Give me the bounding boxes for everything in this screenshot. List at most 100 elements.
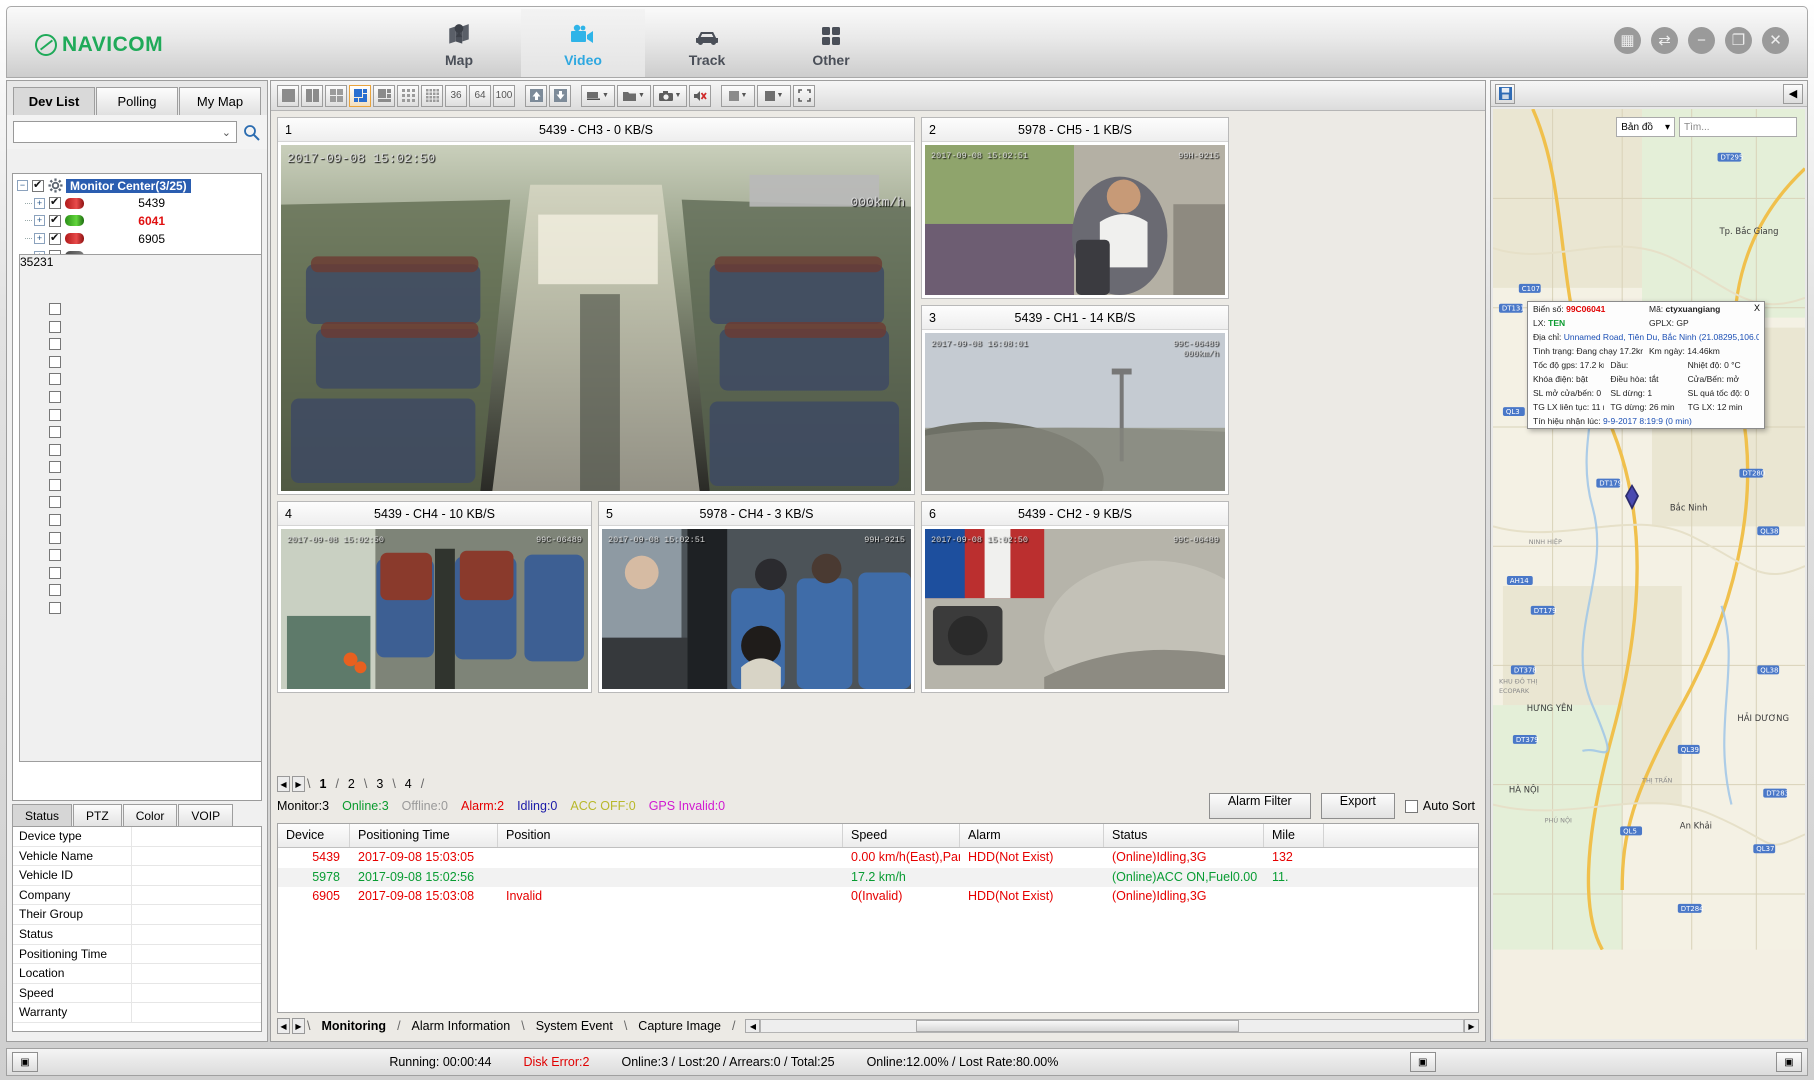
auto-sort-checkbox[interactable]: Auto Sort xyxy=(1405,799,1475,813)
page-up-icon[interactable] xyxy=(525,85,547,107)
scroll-right-arrow[interactable]: ▶ xyxy=(1464,1019,1479,1033)
close-icon[interactable]: ✕ xyxy=(1762,27,1789,54)
tree-root-monitor-center[interactable]: − Monitor Center(3/25) xyxy=(13,177,261,195)
video-cell-2[interactable]: 2 5978 - CH5 - 1 KB/S 2017-09-08 15: xyxy=(921,117,1229,299)
bottom-next-button[interactable]: ▶ xyxy=(292,1018,305,1034)
device-tree[interactable]: − Monitor Center(3/25) +5439+6041+6905+1… xyxy=(12,173,262,801)
page-next-button[interactable]: ▶ xyxy=(292,776,305,792)
device-checkbox[interactable] xyxy=(49,549,61,561)
tree-item-6041[interactable]: +6041 xyxy=(13,212,261,230)
tab-color[interactable]: Color xyxy=(123,804,178,826)
scroll-left-arrow[interactable]: ◀ xyxy=(745,1019,760,1033)
device-checkbox[interactable] xyxy=(49,233,61,245)
tab-voip[interactable]: VOIP xyxy=(178,804,233,826)
monitoring-table[interactable]: DevicePositioning TimePositionSpeedAlarm… xyxy=(277,823,1479,1013)
tree-item-6905[interactable]: +6905 xyxy=(13,230,261,248)
eight-split-icon[interactable] xyxy=(373,85,395,107)
bottom-prev-button[interactable]: ◀ xyxy=(277,1018,290,1034)
root-checkbox[interactable] xyxy=(32,180,44,192)
page-tab-4[interactable]: 4 xyxy=(398,777,419,791)
video-cell-6-stream[interactable]: 2017-09-08 15:02:50 99C-06489 xyxy=(925,529,1225,689)
four-split-icon[interactable] xyxy=(325,85,347,107)
nav-tab-map[interactable]: Map xyxy=(397,9,521,77)
device-checkbox[interactable] xyxy=(49,584,61,596)
auto-sort-box[interactable] xyxy=(1405,800,1418,813)
device-checkbox[interactable] xyxy=(49,444,61,456)
play-dropdown-icon[interactable]: ▼ xyxy=(721,85,755,107)
table-row[interactable]: 54392017-09-08 15:03:050.00 km/h(East),P… xyxy=(278,848,1478,868)
nav-tab-other[interactable]: Other xyxy=(769,9,893,77)
single-view-icon[interactable] xyxy=(277,85,299,107)
restore-icon[interactable]: ❐ xyxy=(1725,27,1752,54)
device-checkbox[interactable] xyxy=(49,426,61,438)
device-checkbox[interactable] xyxy=(49,479,61,491)
tab-my-map[interactable]: My Map xyxy=(179,87,261,115)
video-cell-3[interactable]: 3 5439 - CH1 - 14 KB/S 2017-09-08 16:08:… xyxy=(921,305,1229,495)
page-tab-3[interactable]: 3 xyxy=(369,777,390,791)
device-checkbox[interactable] xyxy=(49,409,61,421)
video-cell-5-stream[interactable]: 2017-09-08 15:02:51 99H-9215 xyxy=(602,529,911,689)
video-cell-1[interactable]: 1 5439 - CH3 - 0 KB/S xyxy=(277,117,915,495)
search-input[interactable]: ⌄ xyxy=(13,121,237,143)
table-row[interactable]: 69052017-09-08 15:03:08Invalid0(Invalid)… xyxy=(278,887,1478,907)
tab-alarm-information[interactable]: Alarm Information xyxy=(403,1019,520,1033)
grid-layout-icon[interactable]: ▦ xyxy=(1614,27,1641,54)
audio-mute-icon[interactable] xyxy=(689,85,711,107)
tree-collapse-icon[interactable]: − xyxy=(17,180,28,191)
statusbar-mid-toggle-icon[interactable]: ▣ xyxy=(1410,1052,1436,1072)
tree-expand-icon[interactable]: + xyxy=(34,215,45,226)
device-checkbox[interactable] xyxy=(49,215,61,227)
page-prev-button[interactable]: ◀ xyxy=(277,776,290,792)
folder-dropdown-icon[interactable]: ▼ xyxy=(617,85,651,107)
grid-36-icon[interactable]: 36 xyxy=(445,85,467,107)
column-header[interactable]: Positioning Time xyxy=(350,824,498,847)
grid-100-icon[interactable]: 100 xyxy=(493,85,515,107)
camera-snapshot-icon[interactable]: ▼ xyxy=(653,85,687,107)
nav-tab-video[interactable]: Video xyxy=(521,9,645,77)
device-checkbox[interactable] xyxy=(49,321,61,333)
statusbar-left-toggle-icon[interactable]: ▣ xyxy=(12,1052,38,1072)
page-tab-1[interactable]: 1 xyxy=(312,777,333,791)
video-cell-6[interactable]: 6 5439 - CH2 - 9 KB/S 2 xyxy=(921,501,1229,693)
table-horizontal-scrollbar[interactable]: ◀ ▶ xyxy=(745,1019,1479,1034)
scroll-thumb[interactable] xyxy=(916,1020,1239,1032)
page-down-icon[interactable] xyxy=(549,85,571,107)
device-checkbox[interactable] xyxy=(49,602,61,614)
column-header[interactable]: Mile xyxy=(1264,824,1324,847)
column-header[interactable]: Position xyxy=(498,824,843,847)
device-checkbox[interactable] xyxy=(49,197,61,209)
video-cell-4-stream[interactable]: 2017-09-08 15:02:50 99C-06489 xyxy=(281,529,588,689)
device-checkbox[interactable] xyxy=(49,567,61,579)
column-header[interactable]: Speed xyxy=(843,824,960,847)
tree-expand-icon[interactable]: + xyxy=(34,233,45,244)
video-cell-2-stream[interactable]: 2017-09-08 15:02:51 99H-9215 xyxy=(925,145,1225,295)
device-checkbox[interactable] xyxy=(49,514,61,526)
tab-polling[interactable]: Polling xyxy=(96,87,178,115)
popup-close-icon[interactable]: X xyxy=(1754,303,1760,313)
video-cell-1-stream[interactable]: 2017-09-08 15:02:50 000km/h xyxy=(281,145,911,491)
stream-dropdown-icon[interactable]: ▼ xyxy=(581,85,615,107)
swap-icon[interactable]: ⇄ xyxy=(1651,27,1678,54)
stop-dropdown-icon[interactable]: ▼ xyxy=(757,85,791,107)
device-checkbox[interactable] xyxy=(49,496,61,508)
alarm-filter-button[interactable]: Alarm Filter xyxy=(1209,793,1311,819)
six-split-icon[interactable] xyxy=(349,85,371,107)
grid-64-icon[interactable]: 64 xyxy=(469,85,491,107)
video-cell-5[interactable]: 5 5978 - CH4 - 3 KB/S 2017-09-08 15: xyxy=(598,501,915,693)
statusbar-right-toggle-icon[interactable]: ▣ xyxy=(1776,1052,1802,1072)
tree-item-5439[interactable]: +5439 xyxy=(13,195,261,213)
device-checkbox[interactable] xyxy=(49,338,61,350)
minimize-icon[interactable]: − xyxy=(1688,27,1715,54)
vehicle-marker-icon[interactable] xyxy=(1621,484,1643,513)
tab-ptz[interactable]: PTZ xyxy=(73,804,122,826)
magnifier-icon[interactable] xyxy=(241,122,261,142)
sixteen-split-icon[interactable] xyxy=(421,85,443,107)
column-header[interactable]: Device xyxy=(278,824,350,847)
tab-dev-list[interactable]: Dev List xyxy=(13,87,95,115)
device-checkbox[interactable] xyxy=(49,303,61,315)
tab-capture-image[interactable]: Capture Image xyxy=(629,1019,730,1033)
column-header[interactable]: Status xyxy=(1104,824,1264,847)
device-checkbox[interactable] xyxy=(49,391,61,403)
export-button[interactable]: Export xyxy=(1321,793,1395,819)
tab-status[interactable]: Status xyxy=(12,804,72,826)
